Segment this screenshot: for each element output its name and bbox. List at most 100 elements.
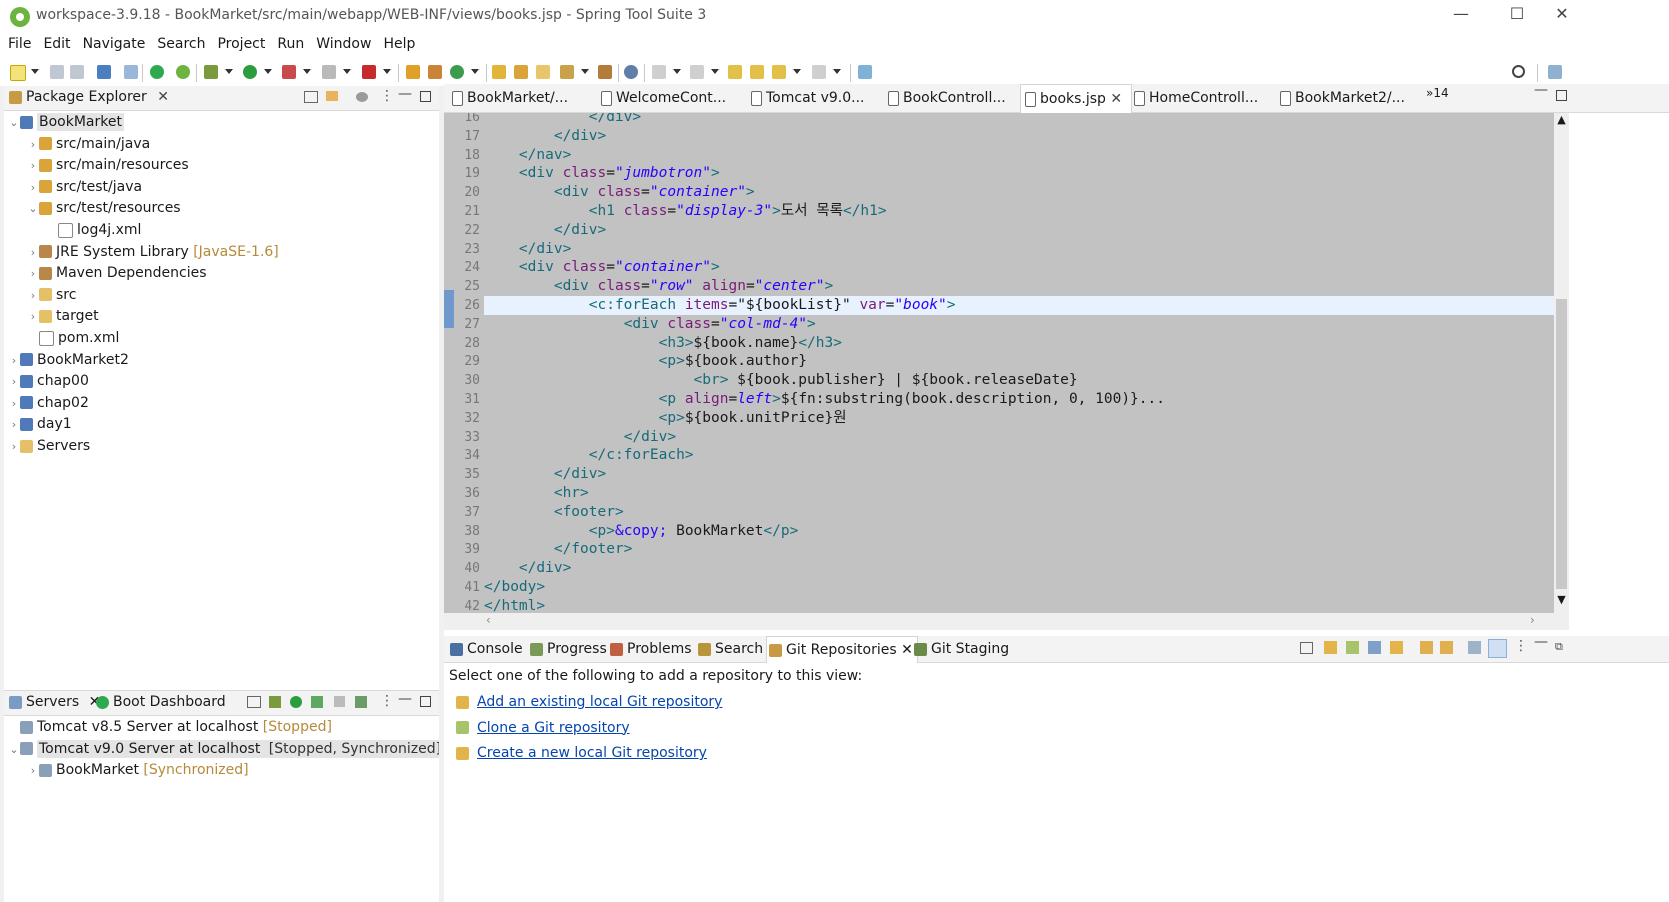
code-line[interactable]: <hr> — [484, 484, 1554, 503]
git-link[interactable]: Add an existing local Git repository — [477, 694, 722, 710]
next-annotation-icon[interactable] — [652, 65, 666, 79]
code-line[interactable]: </div> — [484, 113, 1554, 127]
code-line[interactable]: </div> — [484, 465, 1554, 484]
last-edit-icon[interactable] — [728, 65, 742, 79]
stop-icon[interactable] — [322, 65, 336, 79]
package-tree-item[interactable]: › Servers — [8, 435, 90, 457]
code-line[interactable]: </div> — [484, 428, 1554, 447]
menu-search[interactable]: Search — [157, 36, 205, 52]
code-line[interactable]: </div> — [484, 127, 1554, 146]
terminal-icon[interactable] — [97, 65, 111, 79]
bottom-tab[interactable]: Problems — [608, 636, 696, 662]
package-explorer-tab[interactable]: Package Explorer ✕ — [9, 89, 169, 105]
run-icon[interactable] — [243, 65, 257, 79]
menu-help[interactable]: Help — [383, 36, 415, 52]
collapse-all-icon[interactable] — [304, 91, 318, 103]
menu-navigate[interactable]: Navigate — [83, 36, 146, 52]
code-line[interactable]: <p>${book.unitPrice}원 — [484, 409, 1554, 428]
search-icon[interactable] — [1512, 65, 1525, 78]
menu-project[interactable]: Project — [217, 36, 265, 52]
minimize-view-icon[interactable]: — — [398, 86, 412, 102]
editor-tab[interactable]: BookMarket2/... — [1276, 84, 1430, 112]
open-folder-icon[interactable] — [536, 65, 550, 79]
code-line[interactable]: <div class="container"> — [484, 183, 1554, 202]
code-line[interactable]: <h3>${book.name}</h3> — [484, 334, 1554, 353]
minimize-view-icon[interactable]: — — [398, 691, 412, 707]
minimize-editor-icon[interactable]: — — [1534, 82, 1548, 98]
boot-dashboard-tab[interactable]: Boot Dashboard — [96, 694, 226, 710]
hierarchical-icon[interactable] — [1468, 641, 1481, 654]
close-icon[interactable]: ✕ — [897, 642, 913, 658]
link-icon[interactable] — [1440, 641, 1453, 654]
repo-icon[interactable] — [1368, 641, 1381, 654]
scroll-up-icon[interactable]: ▲ — [1554, 113, 1569, 128]
code-line[interactable]: <br> ${book.publisher} | ${book.releaseD… — [484, 371, 1554, 390]
collapsed-arrow-icon[interactable]: › — [8, 350, 20, 372]
editor-tab[interactable]: WelcomeCont... — [597, 84, 747, 112]
package-tree-item[interactable]: pom.xml — [27, 327, 119, 349]
code-line[interactable]: </div> — [484, 221, 1554, 240]
perspective-icon[interactable] — [1548, 65, 1562, 79]
view-menu-icon[interactable]: ⋮ — [1514, 638, 1528, 654]
package-tree-item[interactable]: › chap02 — [8, 392, 89, 414]
forward-history-icon[interactable] — [812, 65, 826, 79]
code-line[interactable]: <div class="col-md-4"> — [484, 315, 1554, 334]
new-class-icon[interactable] — [450, 65, 464, 79]
debug-icon[interactable] — [204, 65, 218, 79]
maximize-editor-icon[interactable] — [1556, 90, 1567, 101]
new-java-project-icon[interactable] — [406, 65, 420, 79]
collapsed-arrow-icon[interactable]: › — [27, 285, 39, 307]
server-tree-item[interactable]: › BookMarket [Synchronized] — [27, 759, 249, 781]
editor-tab[interactable]: Tomcat v9.0... — [747, 84, 884, 112]
bottom-tab[interactable]: Console — [448, 636, 527, 662]
package-tree-item[interactable]: › Maven Dependencies — [27, 262, 207, 284]
package-tree-item[interactable]: › chap00 — [8, 370, 89, 392]
maximize-view-icon[interactable] — [420, 696, 431, 707]
menu-window[interactable]: Window — [316, 36, 371, 52]
scroll-down-icon[interactable]: ▼ — [1554, 593, 1569, 608]
expanded-arrow-icon[interactable]: ⌄ — [27, 198, 39, 220]
maximize-button[interactable]: ☐ — [1497, 4, 1537, 23]
menu-file[interactable]: File — [8, 36, 31, 52]
collapsed-arrow-icon[interactable]: › — [8, 371, 20, 393]
editor-vertical-scrollbar[interactable]: ▲ ▼ — [1554, 113, 1569, 613]
close-icon[interactable]: ✕ — [157, 89, 169, 105]
bottom-tab[interactable]: Git Staging — [912, 636, 1013, 662]
boot-dashboard-icon[interactable] — [150, 65, 164, 79]
editor-tab[interactable]: HomeControll... — [1130, 84, 1276, 112]
code-line[interactable]: <div class="jumbotron"> — [484, 164, 1554, 183]
code-line[interactable]: <div class="container"> — [484, 258, 1554, 277]
scroll-thumb[interactable] — [1556, 299, 1567, 589]
view-menu-icon[interactable]: ⋮ — [380, 693, 394, 709]
code-line[interactable]: <footer> — [484, 503, 1554, 522]
skip-breakpoints-icon[interactable] — [124, 65, 138, 79]
package-tree-item[interactable]: › JRE System Library [JavaSE-1.6] — [27, 241, 279, 263]
collapsed-arrow-icon[interactable]: › — [27, 242, 39, 264]
web-browser-icon[interactable] — [624, 65, 638, 79]
debug-server-icon[interactable] — [269, 696, 281, 708]
package-tree-item[interactable]: › src/main/resources — [27, 154, 189, 176]
bottom-tab[interactable]: Git Repositories ✕ — [766, 636, 918, 663]
collapsed-arrow-icon[interactable]: › — [27, 306, 39, 328]
save-all-icon[interactable] — [70, 65, 84, 79]
profile-server-icon[interactable] — [311, 696, 323, 708]
external-tools-icon[interactable] — [282, 65, 296, 79]
editor-horizontal-scrollbar[interactable]: ‹ › — [444, 613, 1569, 630]
code-line[interactable]: <div class="row" align="center"> — [484, 277, 1554, 296]
toggle-view-icon[interactable] — [1488, 639, 1507, 658]
search-toolbar-icon[interactable] — [560, 65, 574, 79]
maximize-view-icon[interactable] — [420, 91, 431, 102]
refresh-icon[interactable] — [1420, 641, 1433, 654]
scroll-left-icon[interactable]: ‹ — [486, 613, 491, 627]
package-tree-item[interactable]: log4j.xml — [46, 219, 141, 241]
new-package-icon[interactable] — [428, 65, 442, 79]
package-tree-item[interactable]: › src/test/java — [27, 176, 142, 198]
menu-edit[interactable]: Edit — [43, 36, 70, 52]
code-line[interactable]: <p>${book.author} — [484, 352, 1554, 371]
collapsed-arrow-icon[interactable]: › — [27, 177, 39, 199]
menu-run[interactable]: Run — [277, 36, 304, 52]
collapsed-arrow-icon[interactable]: › — [27, 760, 39, 782]
minimize-view-icon[interactable]: — — [1534, 634, 1548, 650]
package-tree-item[interactable]: ⌄ src/test/resources — [27, 197, 180, 220]
new-dropdown-icon[interactable] — [31, 69, 39, 74]
